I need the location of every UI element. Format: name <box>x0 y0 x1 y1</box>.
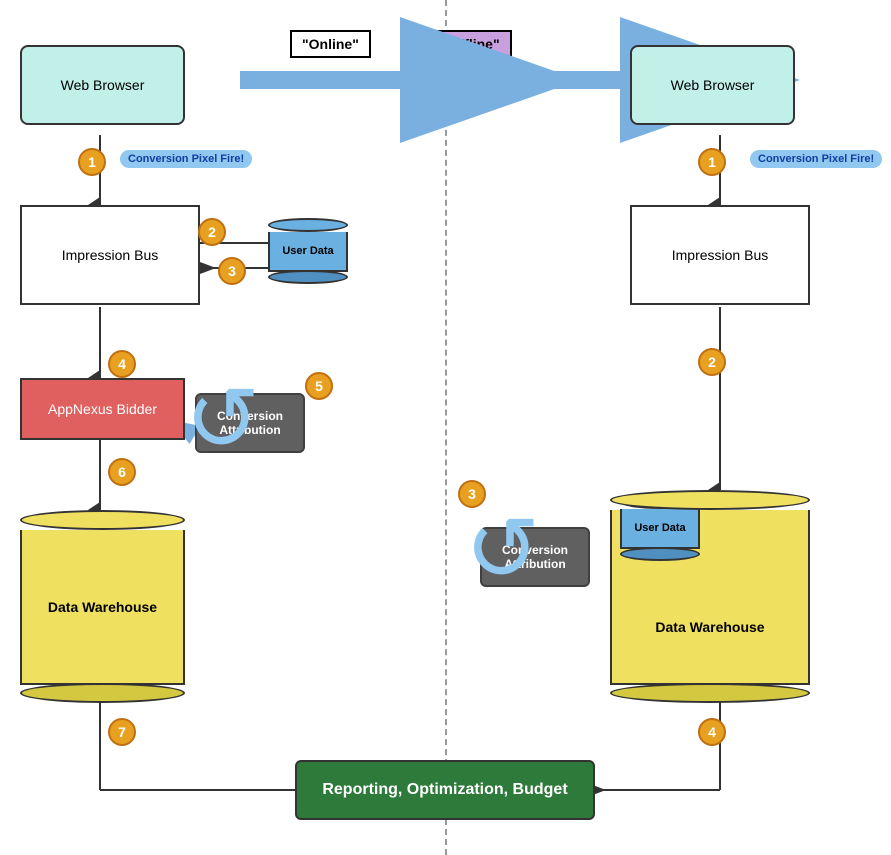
left-step-6: 6 <box>108 458 136 486</box>
left-impression-bus: Impression Bus <box>20 205 200 305</box>
left-user-data-body: User Data <box>268 232 348 272</box>
right-user-data-bottom <box>620 547 700 561</box>
diagram-container: "Online" "Offline" <box>0 0 891 855</box>
left-step-3: 3 <box>218 257 246 285</box>
left-data-warehouse: Data Warehouse <box>20 510 185 703</box>
online-label: "Online" <box>290 30 371 58</box>
right-dw-top <box>610 490 810 510</box>
left-dw-bottom <box>20 683 185 703</box>
right-web-browser: Web Browser <box>630 45 795 125</box>
right-impression-bus: Impression Bus <box>630 205 810 305</box>
right-step-4: 4 <box>698 718 726 746</box>
left-user-data: User Data <box>268 218 348 284</box>
left-step-1: 1 <box>78 148 106 176</box>
left-step-2: 2 <box>198 218 226 246</box>
right-step-3: 3 <box>458 480 486 508</box>
reporting-box: Reporting, Optimization, Budget <box>295 760 595 820</box>
center-divider <box>445 0 447 855</box>
right-circular-arrows: ↻ <box>465 505 540 595</box>
left-dw-body: Data Warehouse <box>20 530 185 685</box>
left-step-5: 5 <box>305 372 333 400</box>
left-dw-top <box>20 510 185 530</box>
left-user-data-top <box>268 218 348 232</box>
left-circular-arrows: ↻ <box>185 375 260 465</box>
left-step-7: 7 <box>108 718 136 746</box>
left-appnexus-bidder: AppNexus Bidder <box>20 378 185 440</box>
left-step-4: 4 <box>108 350 136 378</box>
left-user-data-bottom <box>268 270 348 284</box>
left-web-browser: Web Browser <box>20 45 185 125</box>
right-step-2: 2 <box>698 348 726 376</box>
offline-label: "Offline" <box>430 30 512 58</box>
right-user-data-body: User Data <box>620 509 700 549</box>
right-step-1: 1 <box>698 148 726 176</box>
right-dw-bottom <box>610 683 810 703</box>
left-conv-pixel: Conversion Pixel Fire! <box>120 150 252 168</box>
right-conv-pixel: Conversion Pixel Fire! <box>750 150 882 168</box>
